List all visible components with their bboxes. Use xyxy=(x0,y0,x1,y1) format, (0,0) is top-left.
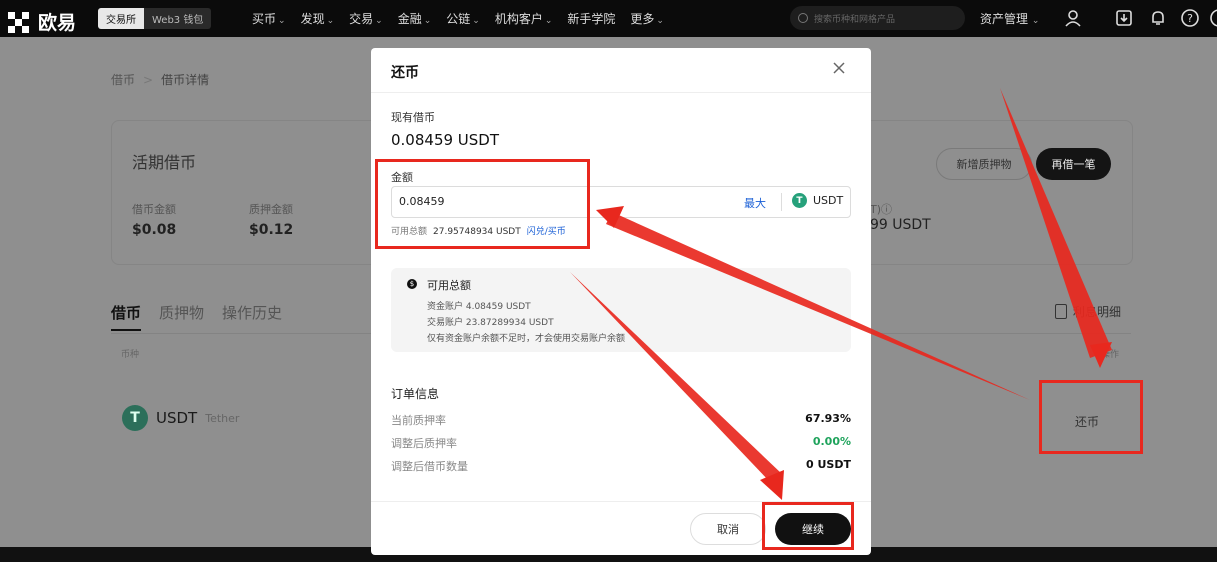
borrow-again-button[interactable]: 再借一笔 xyxy=(1036,148,1111,180)
coin-symbol: USDT xyxy=(156,409,198,427)
menu-trade[interactable]: 交易 ⌄ xyxy=(349,10,383,27)
menu-finance[interactable]: 金融 ⌄ xyxy=(398,10,432,27)
menu-discover-label: 发现 xyxy=(300,12,325,26)
stat-borrowed: 借币金额 $0.08 xyxy=(132,201,176,238)
repay-modal: 还币 现有借币 0.08459 USDT 金额 0.08459 最大 T USD… xyxy=(371,48,871,555)
stat-right-label: T)ⓘ xyxy=(870,203,893,216)
coin-full-name: Tether xyxy=(205,411,240,425)
svg-text:?: ? xyxy=(1187,12,1193,25)
search-icon xyxy=(798,13,808,23)
max-button[interactable]: 最大 xyxy=(744,195,766,211)
menu-buy[interactable]: 买币 ⌄ xyxy=(252,10,286,27)
breadcrumb-current: 借币详情 xyxy=(161,73,210,87)
menu-chain[interactable]: 公链 ⌄ xyxy=(446,10,480,27)
brand-name: 欧易 xyxy=(38,12,77,34)
adjusted-ltv-value: 0.00% xyxy=(812,435,851,448)
add-collateral-button[interactable]: 新增质押物 xyxy=(936,148,1032,180)
highlight-amount xyxy=(375,159,590,249)
switch-exchange[interactable]: 交易所 xyxy=(98,8,144,29)
chevron-down-icon: ⌄ xyxy=(656,16,664,26)
help-icon[interactable]: ? xyxy=(1180,8,1200,28)
close-icon[interactable] xyxy=(831,60,847,76)
usdt-icon: T xyxy=(122,405,148,431)
search-input[interactable]: 搜索币种和网格产品 xyxy=(790,6,965,30)
menu-trade-label: 交易 xyxy=(349,12,374,26)
chevron-down-icon: ⌄ xyxy=(1031,16,1040,26)
stat-borrowed-value: $0.08 xyxy=(132,222,177,238)
user-icon[interactable] xyxy=(1063,8,1083,28)
top-nav: 欧易 交易所 Web3 钱包 买币 ⌄ 发现 ⌄ 交易 ⌄ 金融 ⌄ 公链 ⌄ 机构客户 ⌄… xyxy=(0,0,1217,37)
tab-borrow[interactable]: 借币 xyxy=(111,302,142,331)
menu-academy[interactable]: 新手学院 xyxy=(567,10,615,27)
card-title: 活期借币 xyxy=(132,153,197,172)
adjusted-borrow-label: 调整后借币数量 xyxy=(391,460,468,473)
trading-account-line: 交易账户 23.87289934 USDT xyxy=(427,318,554,328)
current-borrow-label: 现有借币 xyxy=(391,111,435,124)
menu-chain-label: 公链 xyxy=(446,12,471,26)
usdt-icon: T xyxy=(792,193,807,208)
modal-title: 还币 xyxy=(391,65,419,81)
current-ltv-value: 67.93% xyxy=(805,412,851,425)
asset-management-menu[interactable]: 资产管理 ⌄ xyxy=(980,10,1039,27)
stat-collateral: 质押金额 $0.12 xyxy=(249,201,293,238)
asset-management-label: 资产管理 xyxy=(980,12,1029,26)
field-separator xyxy=(781,193,782,211)
cancel-button[interactable]: 取消 xyxy=(690,513,766,545)
menu-more[interactable]: 更多 ⌄ xyxy=(630,10,664,27)
stat-collateral-value: $0.12 xyxy=(249,222,294,238)
menu-buy-label: 买币 xyxy=(252,12,277,26)
search-placeholder: 搜索币种和网格产品 xyxy=(814,14,896,25)
download-icon[interactable] xyxy=(1114,8,1134,28)
chevron-down-icon: ⌄ xyxy=(278,16,286,26)
column-header-action: 操作 xyxy=(1101,350,1120,360)
stat-collateral-label: 质押金额 xyxy=(249,203,293,216)
highlight-continue xyxy=(762,502,854,550)
breadcrumb-borrow[interactable]: 借币 xyxy=(111,73,135,87)
menu-discover[interactable]: 发现 ⌄ xyxy=(301,10,335,27)
chevron-down-icon: ⌄ xyxy=(423,16,432,26)
stat-right-value: 99 USDT xyxy=(870,217,931,233)
modal-header-divider xyxy=(371,92,871,93)
interest-detail-link[interactable]: 利息明细 xyxy=(1055,303,1121,320)
okx-logo-icon xyxy=(8,11,32,33)
chevron-down-icon: ⌄ xyxy=(375,16,383,26)
chevron-down-icon: ⌄ xyxy=(472,16,480,26)
chevron-down-icon: ⌄ xyxy=(326,16,335,26)
current-borrow-value: 0.08459 USDT xyxy=(391,131,500,149)
menu-finance-label: 金融 xyxy=(397,12,422,26)
funding-account-line: 资金账户 4.08459 USDT xyxy=(427,302,531,312)
tab-history[interactable]: 操作历史 xyxy=(222,302,282,331)
current-ltv-label: 当前质押率 xyxy=(391,414,446,427)
main-menu: 买币 ⌄ 发现 ⌄ 交易 ⌄ 金融 ⌄ 公链 ⌄ 机构客户 ⌄ 新手学院 更多 ⌄ xyxy=(252,10,664,27)
breadcrumb-separator: > xyxy=(143,73,154,87)
menu-more-label: 更多 xyxy=(630,12,655,26)
currency-selector[interactable]: T USDT xyxy=(792,193,843,208)
tab-collateral[interactable]: 质押物 xyxy=(159,302,204,331)
info-note: 仅有资金账户余额不足时，才会使用交易账户余额 xyxy=(427,334,626,344)
bell-icon[interactable] xyxy=(1148,8,1168,28)
detail-tabs: 借币 质押物 操作历史 xyxy=(111,302,282,331)
highlight-repay xyxy=(1039,380,1143,454)
available-info-panel: $ 可用总额 资金账户 4.08459 USDT 交易账户 23.8728993… xyxy=(391,268,851,352)
logo[interactable]: 欧易 xyxy=(8,8,76,35)
switch-web3-wallet[interactable]: Web3 钱包 xyxy=(144,8,211,29)
document-icon xyxy=(1055,304,1067,319)
globe-icon[interactable] xyxy=(1209,8,1217,28)
breadcrumb: 借币 > 借币详情 xyxy=(111,71,209,88)
order-info-title: 订单信息 xyxy=(391,387,440,401)
column-header-coin: 币种 xyxy=(121,350,140,360)
info-icon: $ xyxy=(407,279,417,289)
menu-institutional[interactable]: 机构客户 ⌄ xyxy=(495,10,553,27)
info-title: 可用总额 xyxy=(427,279,471,292)
currency-label: USDT xyxy=(813,194,844,207)
interest-detail-label: 利息明细 xyxy=(1073,305,1122,319)
adjusted-borrow-value: 0 USDT xyxy=(806,458,851,471)
chevron-down-icon: ⌄ xyxy=(544,16,553,26)
stat-borrowed-label: 借币金额 xyxy=(132,203,176,216)
table-row: T USDT Tether xyxy=(122,405,239,431)
adjusted-ltv-label: 调整后质押率 xyxy=(391,437,457,450)
platform-switch[interactable]: 交易所 Web3 钱包 xyxy=(98,8,212,29)
menu-institutional-label: 机构客户 xyxy=(494,12,543,26)
